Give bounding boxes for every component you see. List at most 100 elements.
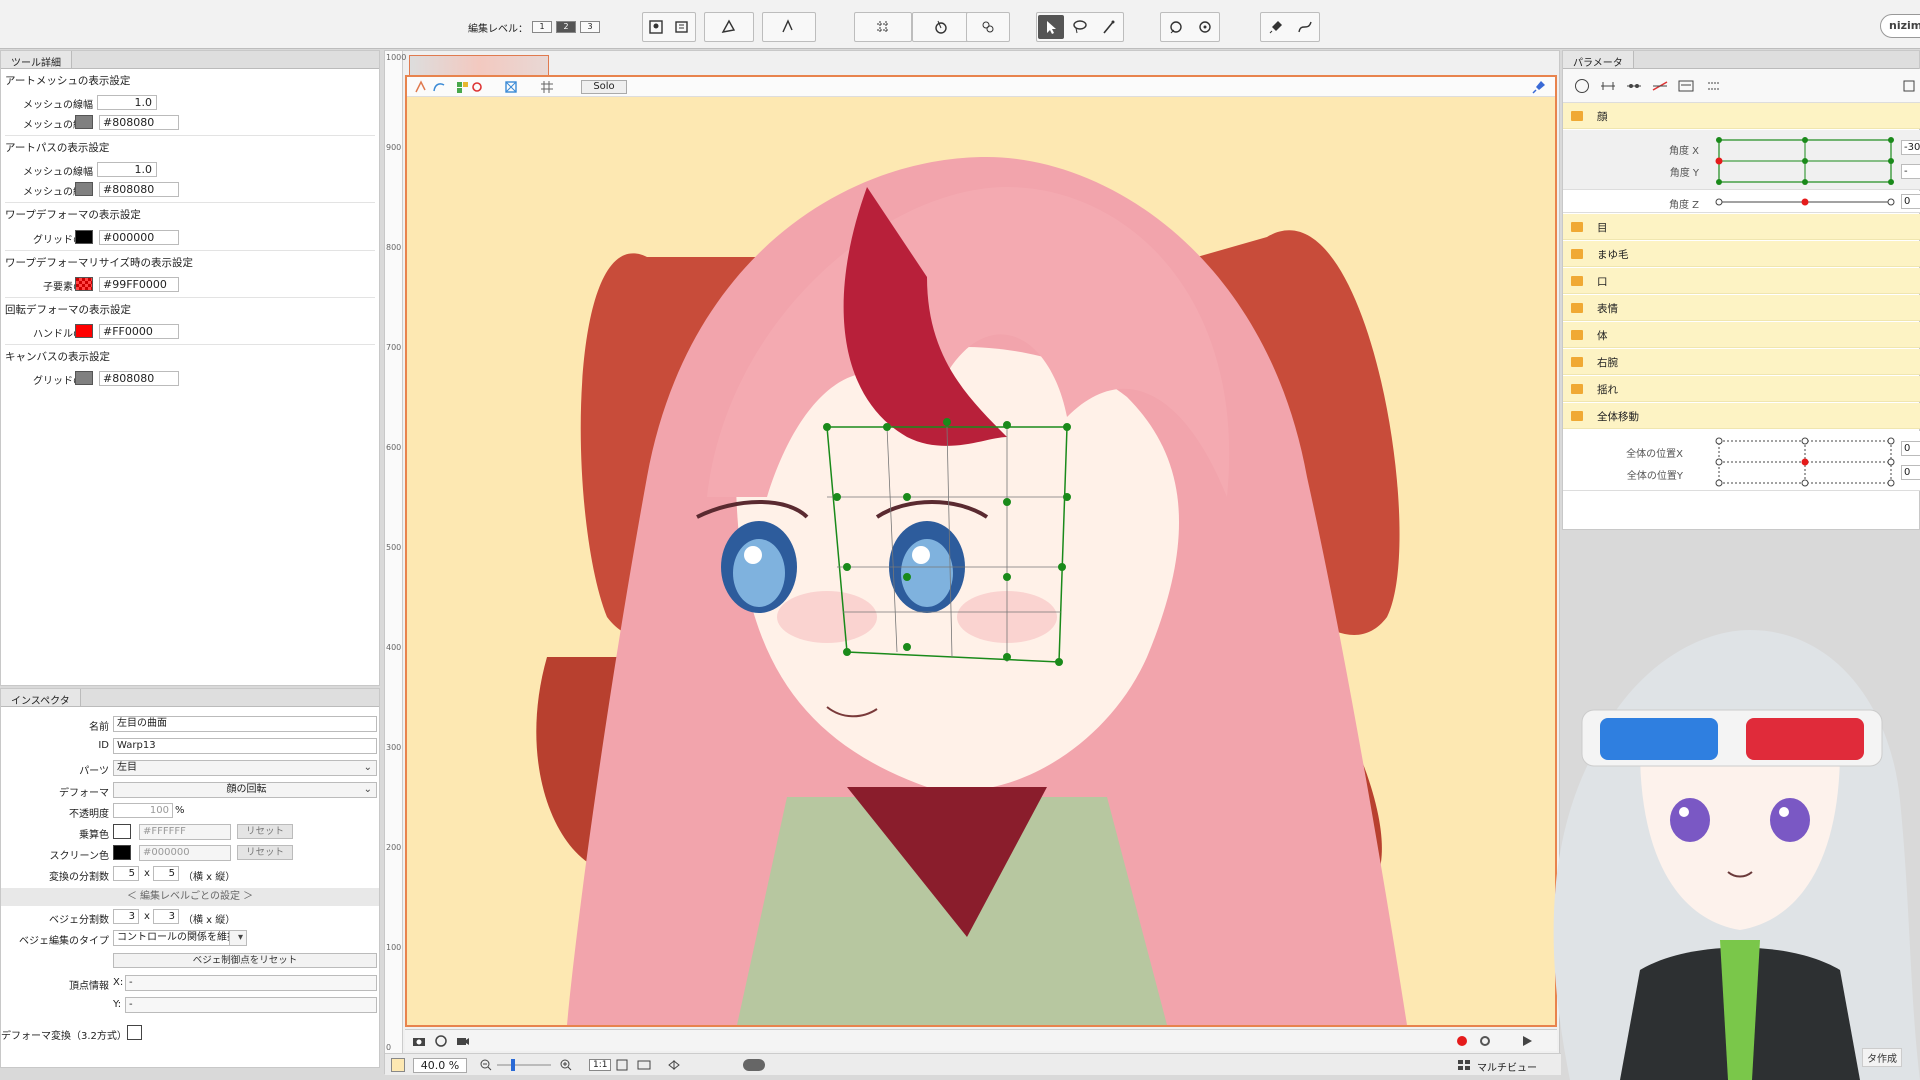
bezier-reset-button[interactable]: ベジェ制御点をリセット xyxy=(113,953,377,968)
multiply-reset-button[interactable]: リセット xyxy=(237,824,293,839)
angle-x-value[interactable]: -30 xyxy=(1901,140,1920,155)
param-folder-sway[interactable]: 揺れ xyxy=(1563,376,1920,402)
position-xy-grid[interactable] xyxy=(1715,437,1895,487)
lasso-tool-button[interactable] xyxy=(1067,15,1093,39)
zoom-slider-track[interactable] xyxy=(497,1064,551,1066)
flip-icon[interactable] xyxy=(667,1058,681,1072)
loop-icon[interactable] xyxy=(469,79,485,95)
warp-child-swatch[interactable] xyxy=(75,277,93,291)
deform-method-checkbox[interactable] xyxy=(127,1025,142,1040)
key-add-icon[interactable] xyxy=(1599,78,1617,94)
transform-button[interactable] xyxy=(1163,15,1189,39)
pen-icon[interactable] xyxy=(413,79,429,95)
vertex-x-field[interactable]: - xyxy=(125,975,377,991)
angle-z-value[interactable]: 0 xyxy=(1901,194,1920,209)
name-field[interactable]: 左目の曲面 xyxy=(113,716,377,732)
vertex-y-field[interactable]: - xyxy=(125,997,377,1013)
angle-z-slider[interactable] xyxy=(1715,195,1895,209)
position-y-value[interactable]: 0 xyxy=(1901,465,1920,480)
background-color-swatch[interactable] xyxy=(391,1058,405,1072)
multiply-field[interactable]: #FFFFFF xyxy=(139,824,231,840)
id-field[interactable]: Warp13 xyxy=(113,738,377,754)
deformer-select[interactable]: 顔の回転 ⌄ xyxy=(113,782,377,798)
angle-xy-grid[interactable] xyxy=(1715,136,1895,186)
inspector-tab[interactable]: インスペクタ xyxy=(1,689,81,707)
toggle-switch[interactable] xyxy=(743,1059,765,1071)
collapse-icon[interactable] xyxy=(1575,79,1589,93)
art-mesh-width-field[interactable]: 1.0 xyxy=(97,95,157,110)
opacity-field[interactable]: 100 xyxy=(113,803,173,818)
fit-icon[interactable] xyxy=(615,1058,629,1072)
param-folder-eyes[interactable]: 目 xyxy=(1563,214,1920,240)
zoom-in-icon[interactable] xyxy=(559,1058,573,1072)
key-grid-icon[interactable] xyxy=(1705,78,1723,94)
fit-width-icon[interactable] xyxy=(637,1058,651,1072)
canvas-grid-swatch[interactable] xyxy=(75,371,93,385)
pin-icon[interactable] xyxy=(1531,79,1547,95)
solo-button[interactable]: Solo xyxy=(581,80,627,94)
art-mesh-color-swatch[interactable] xyxy=(75,115,93,129)
screen-field[interactable]: #000000 xyxy=(139,845,231,861)
camera-icon[interactable] xyxy=(411,1033,427,1049)
bezier-type-dropdown[interactable]: ▾ xyxy=(229,930,247,946)
parameters-tab[interactable]: パラメータ xyxy=(1563,51,1634,69)
key-split-icon[interactable] xyxy=(1625,78,1643,94)
warp-grid-swatch[interactable] xyxy=(75,230,93,244)
zoom-field[interactable]: 40.0 % xyxy=(413,1058,467,1073)
edit-level-3-button[interactable]: 3 xyxy=(580,21,600,33)
screen-swatch[interactable] xyxy=(113,845,131,860)
art-mesh-color-field[interactable]: #808080 xyxy=(99,115,179,130)
pin-button[interactable] xyxy=(1263,15,1289,39)
rotate-view-button[interactable] xyxy=(1192,15,1218,39)
auto-mesh-button[interactable] xyxy=(776,15,802,39)
division-y-field[interactable]: 5 xyxy=(153,866,179,881)
rotation-deformer-button[interactable] xyxy=(928,15,954,39)
division-x-field[interactable]: 5 xyxy=(113,866,139,881)
record-icon[interactable] xyxy=(1457,1036,1467,1046)
art-path-color-field[interactable]: #808080 xyxy=(99,182,179,197)
warp-child-field[interactable]: #99FF0000 xyxy=(99,277,179,292)
edit-level-1-button[interactable]: 1 xyxy=(532,21,552,33)
tool-details-tab[interactable]: ツール詳細 xyxy=(1,51,72,69)
video-icon[interactable] xyxy=(455,1033,471,1049)
multi-view-icon[interactable] xyxy=(1457,1058,1471,1072)
arrow-tool-button[interactable] xyxy=(1038,15,1065,39)
logo-button[interactable]: nizim xyxy=(1880,14,1920,38)
param-folder-global-move[interactable]: 全体移動 xyxy=(1563,403,1920,429)
param-folder-right-arm[interactable]: 右腕 xyxy=(1563,349,1920,375)
multiply-swatch[interactable] xyxy=(113,824,131,839)
param-folder-body[interactable]: 体 xyxy=(1563,322,1920,348)
zoom-out-icon[interactable] xyxy=(479,1058,493,1072)
fit-frame-icon[interactable] xyxy=(503,79,519,95)
corner-button[interactable]: タ作成 xyxy=(1862,1048,1902,1067)
brush-select-button[interactable] xyxy=(1096,15,1122,39)
link-icon[interactable] xyxy=(431,79,447,95)
param-folder-face[interactable]: 顔 xyxy=(1563,103,1920,129)
glue-button[interactable] xyxy=(975,15,1001,39)
grid-icon[interactable] xyxy=(539,79,555,95)
zoom-slider-thumb[interactable] xyxy=(511,1059,515,1071)
model-canvas[interactable]: Solo xyxy=(405,75,1557,1027)
position-x-value[interactable]: 0 xyxy=(1901,441,1920,456)
panel-menu-icon[interactable] xyxy=(1901,78,1917,94)
actual-size-button[interactable]: 1:1 xyxy=(589,1059,612,1071)
document-tab[interactable] xyxy=(409,55,549,75)
mesh-pen-button[interactable] xyxy=(716,15,742,39)
angle-y-value[interactable]: - xyxy=(1901,164,1920,179)
screen-reset-button[interactable]: リセット xyxy=(237,845,293,860)
rotation-handle-swatch[interactable] xyxy=(75,324,93,338)
key-delete-icon[interactable] xyxy=(1651,78,1669,94)
capture-icon[interactable] xyxy=(433,1033,449,1049)
art-path-color-swatch[interactable] xyxy=(75,182,93,196)
edit-level-2-button[interactable]: 2 xyxy=(556,21,576,33)
mesh-auto-button[interactable] xyxy=(669,15,695,39)
curve-button[interactable] xyxy=(1292,15,1318,39)
bezier-type-select[interactable]: コントロールの関係を維持 xyxy=(113,930,247,946)
gear-icon[interactable] xyxy=(1477,1033,1493,1049)
parts-select[interactable]: 左目 ⌄ xyxy=(113,760,377,776)
key-list-icon[interactable] xyxy=(1677,78,1695,94)
warp-deformer-button[interactable] xyxy=(870,15,896,39)
canvas-grid-field[interactable]: #808080 xyxy=(99,371,179,386)
warp-grid-field[interactable]: #000000 xyxy=(99,230,179,245)
param-folder-mouth[interactable]: 口 xyxy=(1563,268,1920,294)
